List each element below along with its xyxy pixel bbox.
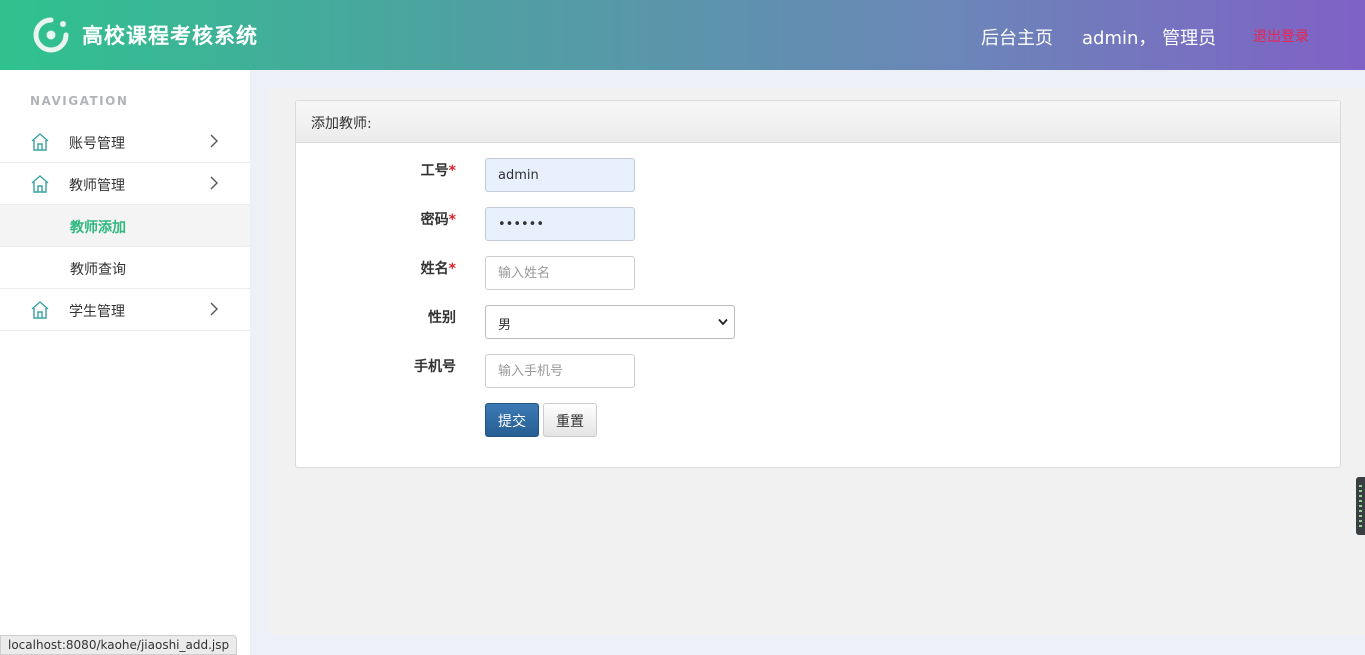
chevron-right-icon bbox=[210, 302, 218, 316]
phone-label: 手机号 bbox=[414, 359, 456, 375]
chevron-right-icon bbox=[210, 134, 218, 148]
add-teacher-panel: 添加教师: 工号* 密码* 姓名* 性别 男 手机号 提交 重置 bbox=[295, 100, 1341, 468]
name-input[interactable] bbox=[485, 256, 635, 290]
gonghao-label-text: 工号 bbox=[420, 163, 449, 179]
grip-icon bbox=[1359, 485, 1362, 527]
sidebar-subitem-label: 教师查询 bbox=[70, 262, 126, 278]
top-header: 高校课程考核系统 后台主页 admin， 管理员 退出登录 bbox=[0, 0, 1365, 70]
sidebar-subitem-teacher-add[interactable]: 教师添加 bbox=[0, 205, 250, 247]
name-label-text: 姓名 bbox=[420, 261, 449, 277]
sidebar-subitem-label: 教师添加 bbox=[70, 220, 126, 236]
home-icon bbox=[31, 175, 49, 193]
logout-link[interactable]: 退出登录 bbox=[1253, 26, 1309, 46]
password-label-text: 密码 bbox=[420, 212, 449, 228]
nav-title: NAVIGATION bbox=[30, 94, 129, 108]
sidebar-item-label: 学生管理 bbox=[69, 304, 125, 320]
panel-title: 添加教师: bbox=[296, 101, 1340, 143]
user-info: admin， 管理员 bbox=[1082, 28, 1217, 49]
chevron-down-icon bbox=[718, 318, 728, 326]
gonghao-label: 工号* bbox=[296, 160, 456, 180]
password-label: 密码* bbox=[296, 209, 456, 229]
home-link[interactable]: 后台主页 bbox=[981, 24, 1053, 50]
chevron-right-icon bbox=[210, 176, 218, 190]
required-mark: * bbox=[448, 163, 456, 179]
reset-button[interactable]: 重置 bbox=[543, 403, 597, 437]
gender-selected-value: 男 bbox=[498, 318, 512, 333]
sidebar-item-label: 教师管理 bbox=[69, 178, 125, 194]
status-bar-url: localhost:8080/kaohe/jiaoshi_add.jsp bbox=[0, 635, 238, 655]
sidebar-item-teacher[interactable]: 教师管理 bbox=[0, 163, 250, 205]
name-label: 姓名* bbox=[296, 258, 456, 278]
sidebar-menu: 账号管理 教师管理 教师添加 教师查询 学生管理 bbox=[0, 121, 250, 331]
app-title: 高校课程考核系统 bbox=[82, 24, 258, 48]
gonghao-input[interactable] bbox=[485, 158, 635, 192]
side-scroll-handle[interactable] bbox=[1356, 477, 1365, 535]
sidebar-item-student[interactable]: 学生管理 bbox=[0, 289, 250, 331]
required-mark: * bbox=[448, 212, 456, 228]
gender-select[interactable]: 男 bbox=[485, 305, 735, 339]
logo-icon bbox=[33, 17, 69, 53]
sidebar-item-account[interactable]: 账号管理 bbox=[0, 121, 250, 163]
sidebar-subitem-teacher-query[interactable]: 教师查询 bbox=[0, 247, 250, 289]
phone-input[interactable] bbox=[485, 354, 635, 388]
password-input[interactable] bbox=[485, 207, 635, 241]
home-icon bbox=[31, 133, 49, 151]
gender-label: 性别 bbox=[428, 310, 456, 326]
sidebar-item-label: 账号管理 bbox=[69, 136, 125, 152]
home-icon bbox=[31, 301, 49, 319]
sidebar: NAVIGATION 账号管理 教师管理 教师添加 教师查询 学生管理 bbox=[0, 70, 250, 655]
main-content: 添加教师: 工号* 密码* 姓名* 性别 男 手机号 提交 重置 bbox=[268, 88, 1365, 635]
required-mark: * bbox=[448, 261, 456, 277]
submit-button[interactable]: 提交 bbox=[485, 403, 539, 437]
